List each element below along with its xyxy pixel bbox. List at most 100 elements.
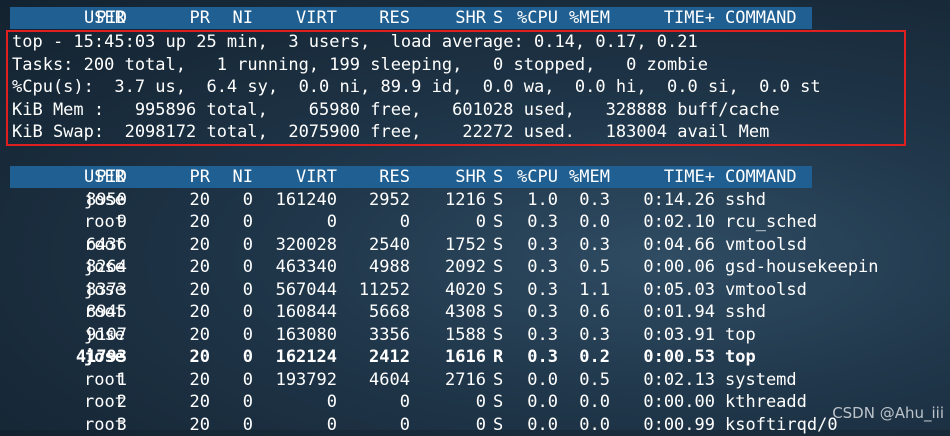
- header-mem: %MEM: [558, 166, 610, 189]
- header-top-command: COMMAND: [725, 7, 945, 30]
- process-ni: 0: [210, 256, 253, 279]
- process-command: top: [725, 324, 945, 347]
- header-virt: VIRT: [253, 166, 337, 189]
- process-virt: 160844: [253, 301, 337, 324]
- process-state: S: [493, 211, 508, 234]
- process-pr: 20: [150, 414, 210, 436]
- process-pr: 20: [150, 211, 210, 234]
- process-state: S: [493, 391, 508, 414]
- process-command: sshd: [725, 301, 945, 324]
- process-row: 9107jose20016308033561588S0.30.30:03.91t…: [0, 324, 950, 347]
- process-ni: 0: [210, 414, 253, 436]
- process-command: vmtoolsd: [725, 234, 945, 257]
- process-ni: 0: [210, 391, 253, 414]
- process-cpu: 0.3: [508, 346, 558, 369]
- process-pr: 20: [150, 301, 210, 324]
- process-time: 0:00.00: [610, 391, 715, 414]
- header-command: COMMAND: [725, 166, 945, 189]
- process-pr: 20: [150, 279, 210, 302]
- process-shr: 0: [410, 391, 486, 414]
- header-top-mem: %MEM: [558, 7, 610, 30]
- process-state: S: [493, 234, 508, 257]
- process-ni: 0: [210, 301, 253, 324]
- process-state: S: [493, 279, 508, 302]
- process-state: S: [493, 369, 508, 392]
- terminal-window[interactable]: PIDUSERPRNIVIRTRESSHRS%CPU%MEMTIME+COMMA…: [0, 0, 950, 430]
- process-row: 1root20019379246042716S0.00.50:02.13syst…: [0, 369, 950, 392]
- process-state: R: [493, 346, 508, 369]
- process-res: 11252: [337, 279, 410, 302]
- process-mem: 0.0: [558, 414, 610, 436]
- process-ni: 0: [210, 369, 253, 392]
- process-pr: 20: [150, 234, 210, 257]
- header-top-virt: VIRT: [253, 7, 337, 30]
- process-cpu: 0.0: [508, 414, 558, 436]
- process-cpu: 0.3: [508, 324, 558, 347]
- column-header-top: PIDUSERPRNIVIRTRESSHRS%CPU%MEMTIME+COMMA…: [0, 7, 950, 30]
- process-row: 41793jose20016212424121616R0.30.20:00.53…: [0, 346, 950, 369]
- process-state: S: [493, 301, 508, 324]
- process-mem: 0.6: [558, 301, 610, 324]
- header-cpu: %CPU: [508, 166, 558, 189]
- watermark: CSDN @Ahu_iii: [832, 404, 944, 422]
- process-res: 4604: [337, 369, 410, 392]
- header-shr: SHR: [410, 166, 486, 189]
- header-top-res: RES: [337, 7, 410, 30]
- process-cpu: 0.3: [508, 256, 558, 279]
- process-shr: 2716: [410, 369, 486, 392]
- process-cpu: 0.3: [508, 301, 558, 324]
- header-res: RES: [337, 166, 410, 189]
- process-res: 4988: [337, 256, 410, 279]
- process-mem: 0.3: [558, 234, 610, 257]
- header-top-state: S: [493, 7, 508, 30]
- process-res: 3356: [337, 324, 410, 347]
- process-res: 0: [337, 414, 410, 436]
- process-ni: 0: [210, 346, 253, 369]
- header-ni: NI: [210, 166, 253, 189]
- header-time: TIME+: [610, 166, 715, 189]
- column-header: PIDUSERPRNIVIRTRESSHRS%CPU%MEMTIME+COMMA…: [0, 166, 950, 189]
- process-virt: 320028: [253, 234, 337, 257]
- process-ni: 0: [210, 211, 253, 234]
- process-cpu: 0.0: [508, 391, 558, 414]
- process-shr: 4020: [410, 279, 486, 302]
- process-ni: 0: [210, 279, 253, 302]
- process-time: 0:04.66: [610, 234, 715, 257]
- process-mem: 0.5: [558, 256, 610, 279]
- process-pr: 20: [150, 189, 210, 212]
- process-command: systemd: [725, 369, 945, 392]
- process-time: 0:05.03: [610, 279, 715, 302]
- summary-uptime-line: top - 15:45:03 up 25 min, 3 users, load …: [12, 31, 698, 54]
- process-res: 2540: [337, 234, 410, 257]
- process-mem: 0.0: [558, 391, 610, 414]
- header-top-time: TIME+: [610, 7, 715, 30]
- process-state: S: [493, 414, 508, 436]
- process-virt: 163080: [253, 324, 337, 347]
- process-time: 0:00.99: [610, 414, 715, 436]
- header-top-shr: SHR: [410, 7, 486, 30]
- process-time: 0:00.53: [610, 346, 715, 369]
- process-pr: 20: [150, 346, 210, 369]
- process-pr: 20: [150, 391, 210, 414]
- process-ni: 0: [210, 189, 253, 212]
- process-time: 0:02.10: [610, 211, 715, 234]
- summary-tasks-line: Tasks: 200 total, 1 running, 199 sleepin…: [12, 54, 708, 77]
- process-row: 8950jose20016124029521216S1.00.30:14.26s…: [0, 189, 950, 212]
- process-shr: 1216: [410, 189, 486, 212]
- process-shr: 4308: [410, 301, 486, 324]
- process-virt: 0: [253, 391, 337, 414]
- process-command: vmtoolsd: [725, 279, 945, 302]
- process-ni: 0: [210, 324, 253, 347]
- process-state: S: [493, 324, 508, 347]
- process-shr: 1752: [410, 234, 486, 257]
- process-virt: 162124: [253, 346, 337, 369]
- process-ni: 0: [210, 234, 253, 257]
- process-res: 0: [337, 391, 410, 414]
- process-cpu: 0.0: [508, 369, 558, 392]
- process-virt: 463340: [253, 256, 337, 279]
- header-top-pr: PR: [150, 7, 210, 30]
- process-shr: 0: [410, 414, 486, 436]
- process-res: 2952: [337, 189, 410, 212]
- process-virt: 161240: [253, 189, 337, 212]
- process-row: 8264jose20046334049882092S0.30.50:00.06g…: [0, 256, 950, 279]
